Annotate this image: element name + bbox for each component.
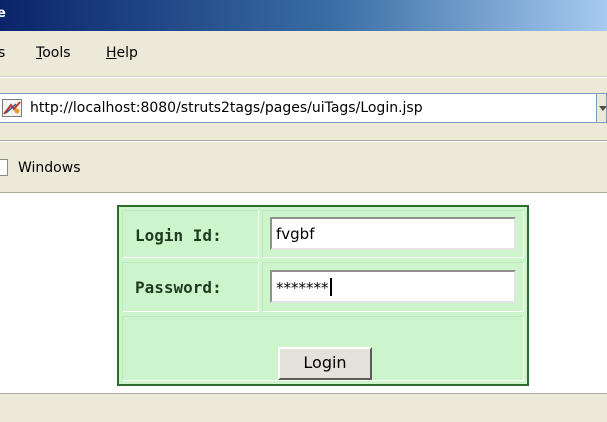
login-id-label-cell: Login Id: [122,210,259,258]
login-id-value: fvgbf [276,225,315,243]
login-id-field-cell: fvgbf [262,210,524,258]
address-dropdown-button[interactable] [597,93,607,123]
page-content: Login Id: fvgbf Password: ******* Login [0,193,607,393]
password-field-cell: ******* [262,262,524,312]
link-windows[interactable]: Windows [18,160,81,176]
window-title: e [0,6,6,21]
address-url: http://localhost:8080/struts2tags/pages/… [30,100,423,116]
password-label: Password: [135,278,222,297]
menu-bar: s Tools Help [0,31,607,77]
page-favicon-icon [2,99,22,117]
menu-item-tools[interactable]: Tools [36,45,71,61]
menu-accel: H [106,45,117,61]
password-input[interactable]: ******* [270,270,516,303]
status-bar [0,393,607,422]
password-value: ******* [276,279,329,297]
window-titlebar[interactable]: e [0,0,607,31]
links-bar: Windows [0,141,607,193]
address-bar: http://localhost:8080/struts2tags/pages/… [0,77,607,141]
login-id-input[interactable]: fvgbf [270,217,516,250]
login-form: Login Id: fvgbf Password: ******* Login [117,205,529,386]
address-input[interactable]: http://localhost:8080/struts2tags/pages/… [0,93,597,123]
menu-label: ools [42,45,71,61]
menu-label: s [0,45,6,61]
login-id-label: Login Id: [135,226,222,245]
document-icon [0,159,8,176]
menu-item-favorites[interactable]: s [0,45,5,61]
menu-label: elp [116,45,138,61]
login-button[interactable]: Login [278,347,372,380]
password-label-cell: Password: [122,262,259,312]
menu-item-help[interactable]: Help [106,45,138,61]
text-caret [329,278,332,296]
